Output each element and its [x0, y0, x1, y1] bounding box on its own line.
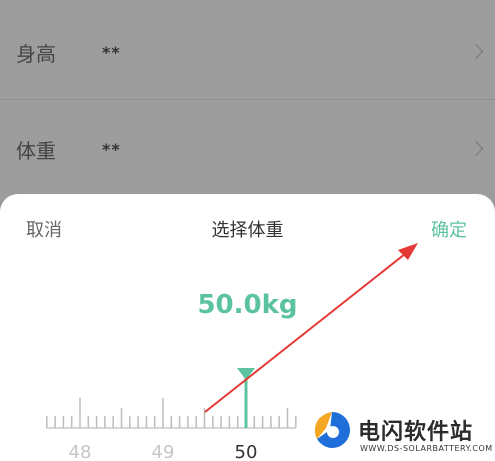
row-divider	[0, 99, 495, 100]
weight-value: **	[102, 139, 121, 159]
height-row[interactable]: 身高 **	[0, 4, 495, 100]
ruler-label: 50	[235, 442, 258, 461]
weight-label: 体重	[16, 138, 56, 163]
ruler-label: 48	[69, 442, 92, 461]
watermark-name: 电闪软件站	[358, 420, 474, 445]
ruler-label: 49	[152, 442, 175, 461]
weight-row[interactable]: 体重 **	[0, 101, 495, 197]
watermark-logo-icon	[314, 412, 350, 448]
selected-weight-value: 50.0kg	[197, 290, 298, 320]
chevron-right-icon	[467, 43, 484, 60]
picker-title: 选择体重	[211, 220, 284, 241]
site-watermark: 电闪软件站 WWW.DS-SOLARBATTERY.COM	[308, 404, 495, 461]
profile-list: 身高 ** 体重 **	[0, 0, 495, 200]
height-label: 身高	[16, 41, 56, 66]
confirm-button[interactable]: 确定	[431, 216, 467, 242]
chevron-right-icon	[467, 140, 484, 157]
watermark-url: WWW.DS-SOLARBATTERY.COM	[360, 444, 493, 453]
ruler-indicator-pointer	[237, 368, 255, 380]
height-value: **	[102, 42, 121, 62]
